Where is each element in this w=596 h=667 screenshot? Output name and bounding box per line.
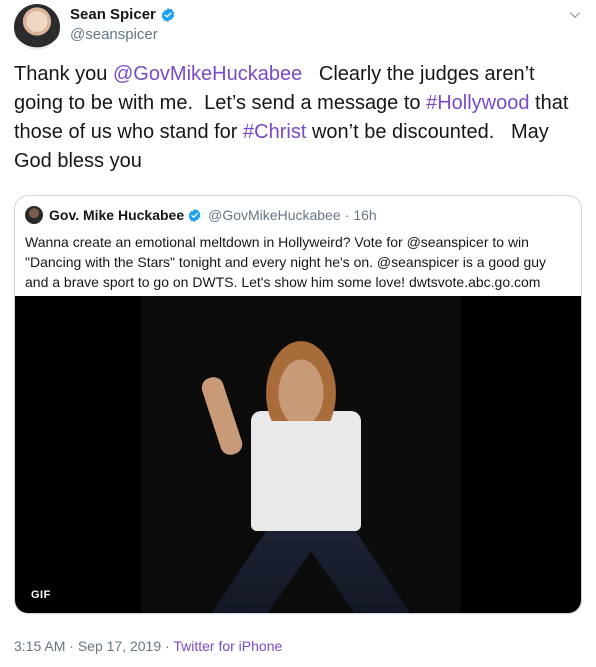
gif-badge: GIF [25,586,57,604]
hashtag-link[interactable]: #Hollywood [426,92,529,114]
quoted-tweet-card[interactable]: Gov. Mike Huckabee @GovMikeHuckabee · 16… [14,195,582,614]
quoted-separator: · [344,207,350,223]
tweet-text: Thank you @GovMikeHuckabee Clearly the j… [14,60,580,176]
quoted-timestamp: 16h [353,207,377,223]
verified-badge-icon [188,208,201,222]
tweet-text-segment: Thank you [14,63,113,85]
author-avatar[interactable] [14,4,60,50]
quoted-display-name: Gov. Mike Huckabee [49,207,185,223]
footer-separator: · [165,638,170,654]
tweet-date[interactable]: Sep 17, 2019 [78,638,161,654]
author-block: Sean Spicer @seanspicer [70,6,176,43]
footer-separator: · [69,638,74,654]
mention-link[interactable]: @GovMikeHuckabee [113,63,302,85]
dancer-shirt [251,411,361,531]
tweet-time[interactable]: 3:15 AM [14,638,65,654]
quoted-tweet-header: Gov. Mike Huckabee @GovMikeHuckabee · 16… [25,206,377,224]
quoted-avatar [25,206,43,224]
author-handle[interactable]: @seanspicer [70,26,176,43]
tweet-source-link[interactable]: Twitter for iPhone [173,638,282,654]
gif-media[interactable]: GIF [15,296,581,613]
dancer-legs [211,524,411,613]
author-row: Sean Spicer [70,6,176,23]
tweet: Sean Spicer @seanspicer Thank you @GovMi… [0,0,596,667]
dancer-head [266,341,336,421]
author-display-name[interactable]: Sean Spicer [70,6,156,23]
quoted-handle: @GovMikeHuckabee [208,207,341,223]
dancer-arm [199,374,245,458]
verified-badge-icon [161,7,175,22]
quoted-tweet-text: Wanna create an emotional meltdown in Ho… [25,234,547,290]
chevron-down-icon[interactable] [568,8,582,22]
tweet-footer: 3:15 AM · Sep 17, 2019 · Twitter for iPh… [14,638,282,654]
gif-frame [141,296,461,613]
hashtag-link[interactable]: #Christ [243,121,306,143]
